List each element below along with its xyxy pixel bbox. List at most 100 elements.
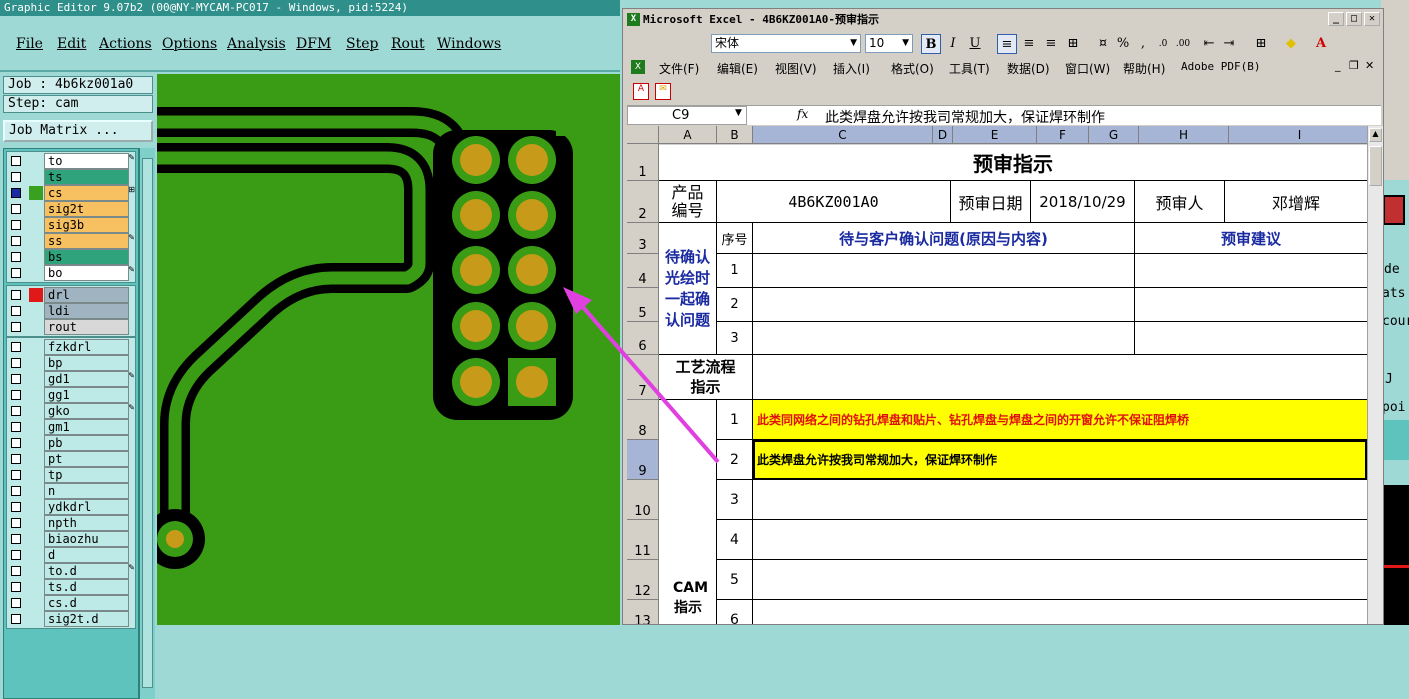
layer-row[interactable]: bo ✎ [7, 265, 137, 281]
process-label-cell[interactable]: 工艺流程指示 [659, 355, 753, 400]
cam-instruction-cell[interactable]: 此类同网络之间的钻孔焊盘和贴片、钻孔焊盘与焊盘之间的开窗允许不保证阻焊桥 [753, 400, 1367, 440]
layer-name[interactable]: d [44, 547, 129, 563]
menu-actions[interactable]: Actions [99, 36, 152, 52]
cam-row-no-cell[interactable]: 1 [717, 400, 753, 440]
doc-restore-icon[interactable]: ❐ [1349, 59, 1359, 72]
layer-checkbox[interactable] [11, 518, 21, 528]
xl-menu-adobe-pdf[interactable]: Adobe PDF(B) [1181, 60, 1260, 73]
layer-checkbox[interactable] [11, 582, 21, 592]
layer-checkbox[interactable] [11, 172, 21, 182]
column-header[interactable]: F [1037, 126, 1089, 144]
row-header[interactable]: 7 [627, 355, 659, 400]
scroll-up-icon[interactable]: ▲ [1369, 128, 1382, 142]
layer-row[interactable]: n [7, 483, 137, 499]
layer-checkbox[interactable] [11, 390, 21, 400]
menu-windows[interactable]: Windows [437, 36, 501, 52]
row-header[interactable]: 2 [627, 181, 659, 223]
formula-input[interactable]: 此类焊盘允许按我司常规加大，保证焊环制作 [825, 107, 1105, 127]
row-header[interactable]: 8 [627, 400, 659, 440]
layer-name[interactable]: gko [44, 403, 129, 419]
layer-checkbox[interactable] [11, 454, 21, 464]
sheet-title-cell[interactable]: 预审指示 [659, 144, 1367, 181]
row-header[interactable]: 3 [627, 223, 659, 254]
layer-checkbox[interactable] [11, 290, 21, 300]
layer-list-scrollbar[interactable] [139, 148, 155, 699]
indent-decrease-icon[interactable]: ⇤ [1199, 34, 1219, 54]
layer-row[interactable]: gg1 [7, 387, 137, 403]
layer-name[interactable]: ldi [44, 303, 129, 319]
xl-menu-edit[interactable]: 编辑(E) [717, 60, 758, 77]
layer-name[interactable]: bs [44, 249, 129, 265]
layer-checkbox[interactable] [11, 268, 21, 278]
layer-color-swatch[interactable] [29, 186, 43, 200]
layer-name[interactable]: ts [44, 169, 129, 185]
reviewer-label-cell[interactable]: 预审人 [1135, 181, 1225, 223]
layer-name[interactable]: to [44, 153, 129, 169]
font-color-icon[interactable]: A [1311, 34, 1331, 54]
layer-row[interactable]: to ✎ [7, 153, 137, 169]
menu-step[interactable]: Step [346, 36, 378, 52]
layer-name[interactable]: pt [44, 451, 129, 467]
pending-row-no[interactable]: 1 [717, 254, 753, 288]
align-right-icon[interactable]: ≡ [1041, 34, 1061, 54]
layer-row[interactable]: d [7, 547, 137, 563]
layer-name[interactable]: biaozhu [44, 531, 129, 547]
layer-row[interactable]: npth [7, 515, 137, 531]
cam-instruction-cell[interactable] [753, 480, 1367, 520]
cam-row-no-cell[interactable]: 6 [717, 600, 753, 624]
cam-instruction-cell[interactable] [753, 520, 1367, 560]
layer-checkbox[interactable] [11, 438, 21, 448]
layer-row[interactable]: sig2t [7, 201, 137, 217]
pcb-canvas[interactable] [157, 74, 620, 625]
bold-button[interactable]: B [921, 34, 941, 54]
xl-menu-tools[interactable]: 工具(T) [949, 60, 990, 77]
layer-checkbox[interactable] [11, 188, 21, 198]
fill-color-icon[interactable]: ◆ [1281, 34, 1301, 54]
column-header[interactable]: D [933, 126, 953, 144]
layer-row[interactable]: ldi [7, 303, 137, 319]
layer-row[interactable]: gko ✎ [7, 403, 137, 419]
advice-header-cell[interactable]: 预审建议 [1135, 223, 1367, 254]
layer-row[interactable]: pb [7, 435, 137, 451]
italic-button[interactable]: I [943, 34, 963, 54]
cam-row-no-cell[interactable]: 4 [717, 520, 753, 560]
xl-menu-data[interactable]: 数据(D) [1007, 60, 1050, 77]
layer-checkbox[interactable] [11, 322, 21, 332]
review-date-label-cell[interactable]: 预审日期 [951, 181, 1031, 223]
review-date-cell[interactable]: 2018/10/29 [1031, 181, 1135, 223]
column-header[interactable]: E [953, 126, 1037, 144]
row-header[interactable]: 5 [627, 288, 659, 322]
vertical-scrollbar[interactable]: ▲ [1367, 126, 1383, 624]
pdf-icon[interactable]: A [633, 83, 649, 100]
layer-row[interactable]: biaozhu [7, 531, 137, 547]
pending-advice-cell[interactable] [1135, 288, 1367, 322]
row-header[interactable]: 13 [627, 600, 659, 624]
cam-row-no-cell[interactable]: 5 [717, 560, 753, 600]
layer-name[interactable]: sig3b [44, 217, 129, 233]
layer-checkbox[interactable] [11, 252, 21, 262]
layer-checkbox[interactable] [11, 306, 21, 316]
pending-section-cell[interactable]: 待确认光绘时一起确认问题 [659, 223, 717, 355]
menu-dfm[interactable]: DFM [296, 36, 331, 52]
layer-checkbox[interactable] [11, 406, 21, 416]
layer-checkbox[interactable] [11, 470, 21, 480]
xl-menu-insert[interactable]: 插入(I) [833, 60, 870, 77]
xl-menu-window[interactable]: 窗口(W) [1065, 60, 1110, 77]
layer-row[interactable]: ss ✎ [7, 233, 137, 249]
row-header[interactable]: 11 [627, 520, 659, 560]
cam-row-no-cell[interactable]: 2 [717, 440, 753, 480]
layer-row[interactable]: ydkdrl [7, 499, 137, 515]
xl-menu-format[interactable]: 格式(O) [891, 60, 934, 77]
layer-name[interactable]: n [44, 483, 129, 499]
layer-checkbox[interactable] [11, 342, 21, 352]
row-header[interactable]: 10 [627, 480, 659, 520]
menu-analysis[interactable]: Analysis [227, 36, 286, 52]
cam-label-cell[interactable]: CAM指示 [659, 400, 717, 624]
active-cell-c9[interactable]: 此类焊盘允许按我司常规加大，保证焊环制作 [753, 440, 1367, 480]
comma-icon[interactable]: , [1133, 34, 1153, 54]
layer-name[interactable]: gm1 [44, 419, 129, 435]
layer-row[interactable]: gm1 [7, 419, 137, 435]
cam-instruction-cell[interactable] [753, 560, 1367, 600]
layer-checkbox[interactable] [11, 220, 21, 230]
xl-menu-help[interactable]: 帮助(H) [1123, 60, 1165, 77]
